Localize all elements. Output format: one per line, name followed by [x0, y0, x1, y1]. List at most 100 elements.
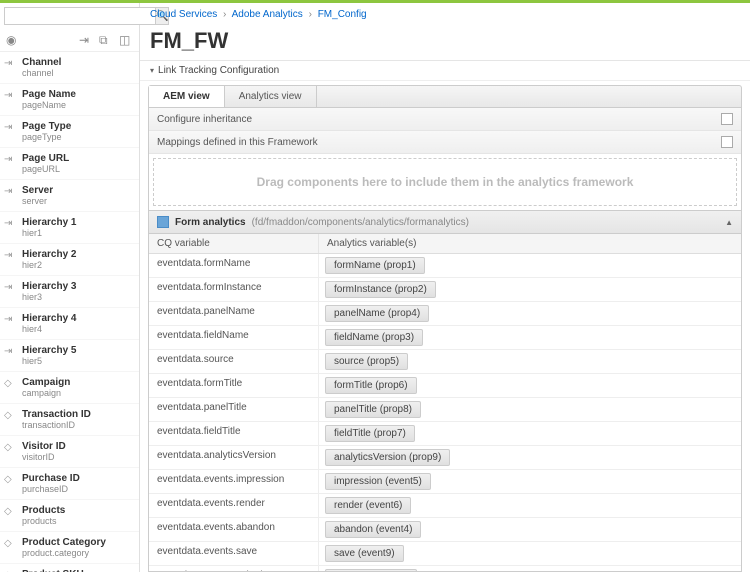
tag-icon: ◇	[4, 474, 16, 486]
item-label: Hierarchy 5	[22, 345, 133, 356]
variable-tag[interactable]: fieldTitle (prop7)	[325, 425, 415, 442]
sidebar-item[interactable]: ⇥Channelchannel	[0, 52, 139, 84]
variable-tag[interactable]: analyticsVersion (prop9)	[325, 449, 450, 466]
table-row: eventdata.fieldTitle fieldTitle (prop7)	[149, 422, 741, 446]
globe-icon[interactable]: ◉	[6, 33, 20, 47]
item-label: Server	[22, 185, 133, 196]
breadcrumb-link[interactable]: Adobe Analytics	[232, 9, 303, 20]
sidebar-item[interactable]: ⇥ Hierarchy 3hier3	[0, 276, 139, 308]
analytics-variable-cell: source (prop5)	[319, 350, 741, 373]
variable-tag[interactable]: source (prop5)	[325, 353, 408, 370]
sidebar-item[interactable]: ⇥Hierarchy 4hier4	[0, 308, 139, 340]
item-label: Hierarchy 3	[22, 281, 133, 292]
table-row: eventdata.source source (prop5)	[149, 350, 741, 374]
analytics-variable-cell: fieldName (prop3)	[319, 326, 741, 349]
breadcrumb: Cloud Services › Adobe Analytics › FM_Co…	[140, 3, 750, 26]
sidebar-item[interactable]: ◇Campaigncampaign	[0, 372, 139, 404]
table-row: eventdata.panelTitlepanelTitle (prop8)	[149, 398, 741, 422]
collapse-icon[interactable]: ▲	[725, 218, 733, 227]
item-label: Hierarchy 4	[22, 313, 133, 324]
pin-icon[interactable]: ⇥	[79, 33, 93, 47]
bookmark-icon[interactable]: ◫	[119, 33, 133, 47]
item-sublabel: hier3	[22, 292, 133, 302]
analytics-variable-cell: submit (event12)	[319, 566, 741, 572]
cq-variable-cell: eventdata.analyticsVersion	[149, 446, 319, 469]
item-label: Purchase ID	[22, 473, 133, 484]
variable-tag[interactable]: save (event9)	[325, 545, 404, 562]
item-sublabel: campaign	[22, 388, 133, 398]
sidebar-item[interactable]: ◇Product Categoryproduct.category	[0, 532, 139, 564]
item-label: Visitor ID	[22, 441, 133, 452]
section-header[interactable]: ▾ Link Tracking Configuration	[140, 61, 750, 81]
sidebar-item[interactable]: ⇥Hierarchy 5hier5	[0, 340, 139, 372]
item-sublabel: pageURL	[22, 164, 133, 174]
table-row: eventdata.formNameformName (prop1)	[149, 254, 741, 278]
checkbox[interactable]	[721, 113, 733, 125]
variable-tag[interactable]: formTitle (prop6)	[325, 377, 417, 394]
pin-icon: ⇥	[4, 186, 16, 198]
sidebar: 🔍 ◉ ⇥ ⧉ ◫ ⇥Channelchannel⇥Page NamepageN…	[0, 3, 140, 572]
cq-variable-cell: eventdata.fieldTitle	[149, 422, 319, 445]
item-label: Hierarchy 1	[22, 217, 133, 228]
cq-variable-cell: eventdata.source	[149, 350, 319, 373]
item-sublabel: hier2	[22, 260, 133, 270]
tab-aem-view[interactable]: AEM view	[149, 86, 225, 108]
variable-tag[interactable]: render (event6)	[325, 497, 411, 514]
component-header[interactable]: Form analytics (fd/fmaddon/components/an…	[149, 211, 741, 234]
tab-bar: AEM view Analytics view	[148, 85, 742, 107]
sidebar-item[interactable]: ◇Product SKUproduct.sku	[0, 564, 139, 572]
pin-icon: ⇥	[4, 282, 16, 294]
item-sublabel: pageType	[22, 132, 133, 142]
sidebar-item[interactable]: ⇥Page URLpageURL	[0, 148, 139, 180]
variable-tag[interactable]: impression (event5)	[325, 473, 431, 490]
sidebar-item[interactable]: ⇥Hierarchy 2hier2	[0, 244, 139, 276]
chevron-right-icon: ›	[306, 9, 315, 20]
table-row: eventdata.events.abandonabandon (event4)	[149, 518, 741, 542]
item-sublabel: transactionID	[22, 420, 133, 430]
sidebar-list[interactable]: ⇥Channelchannel⇥Page NamepageName ⇥ Page T…	[0, 52, 139, 572]
analytics-variable-cell: fieldTitle (prop7)	[319, 422, 741, 445]
analytics-variable-cell: formName (prop1)	[319, 254, 741, 277]
variable-tag[interactable]: fieldName (prop3)	[325, 329, 423, 346]
variable-tag[interactable]: panelTitle (prop8)	[325, 401, 421, 418]
tag-icon: ◇	[4, 442, 16, 454]
col-cq-variable: CQ variable	[149, 234, 319, 253]
sidebar-item[interactable]: ⇥Serverserver	[0, 180, 139, 212]
item-label: Page Type	[22, 121, 133, 132]
tag-icon: ◇	[4, 506, 16, 518]
tab-analytics-view[interactable]: Analytics view	[225, 86, 317, 107]
breadcrumb-link[interactable]: FM_Config	[318, 9, 367, 20]
cq-variable-cell: eventdata.formInstance	[149, 278, 319, 301]
cq-variable-cell: eventdata.formTitle	[149, 374, 319, 397]
pin-icon: ⇥	[4, 122, 16, 134]
pin-icon: ⇥	[4, 314, 16, 326]
main-panel: Cloud Services › Adobe Analytics › FM_Co…	[140, 3, 750, 572]
sidebar-item[interactable]: ◇Productsproducts	[0, 500, 139, 532]
tag-icon: ◇	[4, 538, 16, 550]
variable-tag[interactable]: formInstance (prop2)	[325, 281, 436, 298]
sidebar-item[interactable]: ◇Visitor IDvisitorID	[0, 436, 139, 468]
table-row: eventdata.events.savesave (event9)	[149, 542, 741, 566]
variable-tag[interactable]: panelName (prop4)	[325, 305, 429, 322]
configure-inheritance-row[interactable]: Configure inheritance	[149, 108, 741, 131]
tag-icon[interactable]: ⧉	[99, 33, 113, 47]
sidebar-item[interactable]: ⇥Page NamepageName	[0, 84, 139, 116]
item-sublabel: hier1	[22, 228, 133, 238]
sidebar-item[interactable]: ⇥ Page TypepageType	[0, 116, 139, 148]
sidebar-item[interactable]: ⇥ Hierarchy 1hier1	[0, 212, 139, 244]
table-row: eventdata.panelNamepanelName (prop4)	[149, 302, 741, 326]
pin-icon: ⇥	[4, 218, 16, 230]
table-header: CQ variable Analytics variable(s)	[149, 234, 741, 254]
breadcrumb-link[interactable]: Cloud Services	[150, 9, 217, 20]
variable-tag[interactable]: formName (prop1)	[325, 257, 425, 274]
sidebar-item[interactable]: ◇Transaction IDtransactionID	[0, 404, 139, 436]
item-label: Hierarchy 2	[22, 249, 133, 260]
item-sublabel: product.category	[22, 548, 133, 558]
dropzone[interactable]: Drag components here to include them in …	[153, 158, 737, 206]
checkbox[interactable]	[721, 136, 733, 148]
collapse-icon: ▾	[150, 66, 154, 75]
mappings-row[interactable]: Mappings defined in this Framework	[149, 131, 741, 154]
variable-tag[interactable]: abandon (event4)	[325, 521, 421, 538]
search-input[interactable]	[4, 7, 156, 25]
sidebar-item[interactable]: ◇Purchase IDpurchaseID	[0, 468, 139, 500]
